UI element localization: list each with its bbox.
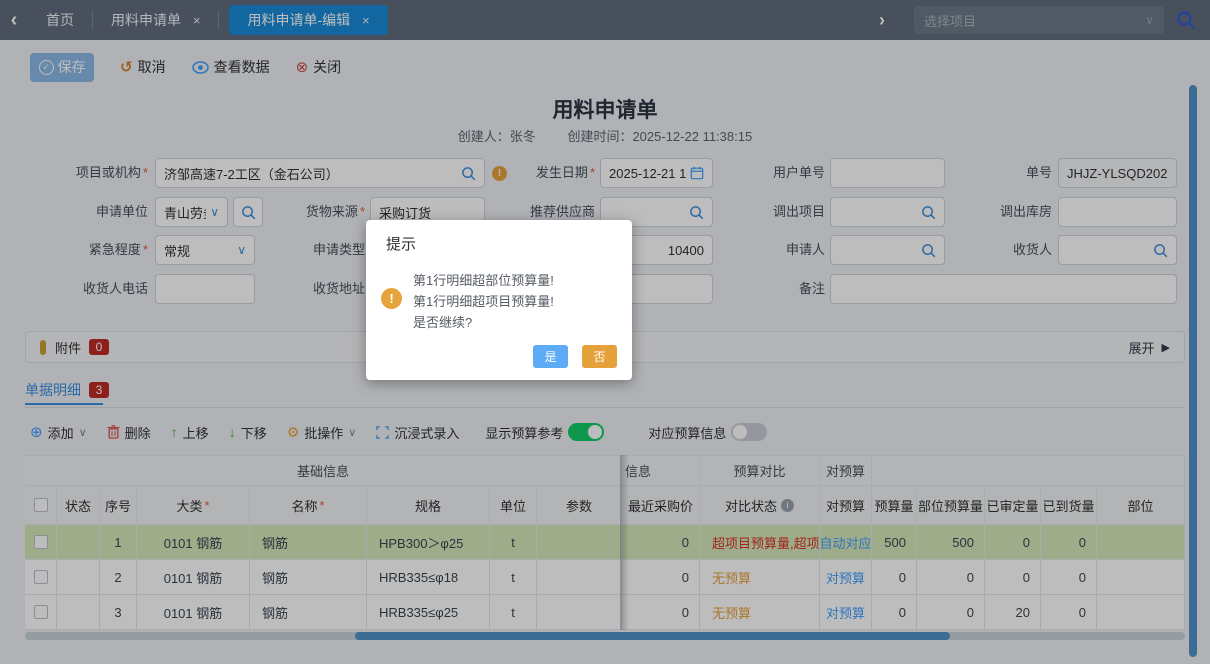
dialog-line: 是否继续? [413, 315, 473, 330]
dialog-message: 第1行明细超部位预算量! 第1行明细超项目预算量! 是否继续? [413, 270, 554, 333]
warning-icon: ! [381, 288, 402, 309]
yes-button[interactable]: 是 [533, 345, 568, 368]
dialog-line: 第1行明细超项目预算量! [413, 294, 554, 309]
dialog-title: 提示 [386, 236, 417, 253]
no-button[interactable]: 否 [582, 345, 617, 368]
prompt-dialog: 提示 ! 第1行明细超部位预算量! 第1行明细超项目预算量! 是否继续? 是 否 [366, 220, 632, 380]
dialog-line: 第1行明细超部位预算量! [413, 273, 554, 288]
